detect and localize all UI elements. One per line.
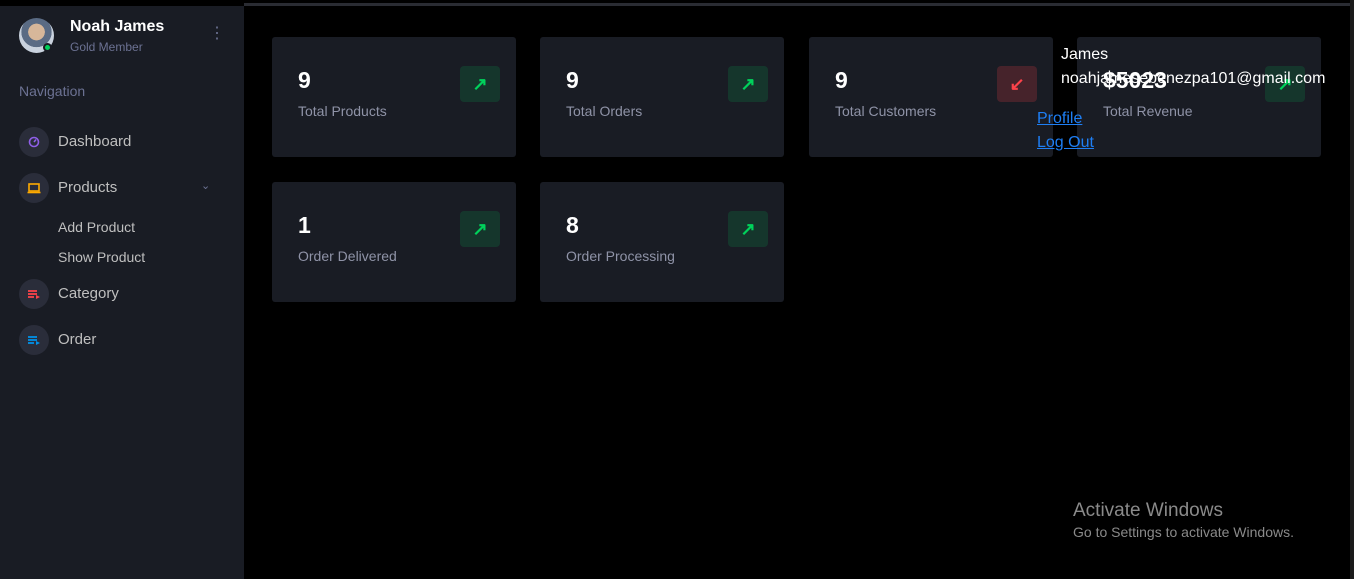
scrollbar[interactable] <box>1350 0 1354 579</box>
sidebar-item-label: Dashboard <box>58 133 132 150</box>
stat-card-order-delivered: 1 Order Delivered ↗ <box>272 182 516 302</box>
stat-value: 8 <box>566 212 579 238</box>
user-name: Noah James <box>70 18 165 35</box>
stat-card-total-customers: 9 Total Customers ↙ <box>809 37 1053 157</box>
list-icon <box>19 325 49 355</box>
speedometer-icon <box>19 127 49 157</box>
stat-label: Order Delivered <box>298 248 397 264</box>
sidebar-item-label: Products <box>58 179 118 196</box>
logout-link[interactable]: Log Out <box>1037 134 1094 152</box>
stat-label: Order Processing <box>566 248 675 264</box>
profile-link[interactable]: Profile <box>1037 110 1082 128</box>
sidebar-subitem-show-product[interactable]: Show Product <box>58 249 145 265</box>
sidebar-item-dashboard[interactable]: Dashboard <box>19 127 229 157</box>
arrow-up-right-icon: ↗ <box>728 66 768 102</box>
sidebar-item-label: Category <box>58 285 119 302</box>
arrow-down-left-icon: ↙ <box>997 66 1037 102</box>
user-profile[interactable]: Noah James Gold Member ⋮ <box>19 18 229 58</box>
user-role: Gold Member <box>70 40 143 54</box>
stat-value: 9 <box>298 67 311 93</box>
chevron-down-icon[interactable]: ⌄ <box>201 179 210 192</box>
dropdown-user-email: noahjamesebenezpa101@gmail.com <box>1061 70 1326 87</box>
sidebar-subitem-add-product[interactable]: Add Product <box>58 219 135 235</box>
stat-value: 9 <box>566 67 579 93</box>
nav-section-title: Navigation <box>19 83 86 99</box>
stat-card-total-products: 9 Total Products ↗ <box>272 37 516 157</box>
stat-value: 1 <box>298 212 311 238</box>
playlist-icon <box>19 279 49 309</box>
top-divider <box>244 3 1350 6</box>
sidebar-item-label: Order <box>58 331 97 348</box>
activate-windows-watermark: Activate Windows Go to Settings to activ… <box>1073 500 1294 540</box>
more-options-icon[interactable]: ⋮ <box>209 26 225 42</box>
stat-label: Total Customers <box>835 103 937 119</box>
sidebar: Noah James Gold Member ⋮ Navigation Dash… <box>0 6 244 579</box>
stat-card-total-orders: 9 Total Orders ↗ <box>540 37 784 157</box>
sidebar-item-products[interactable]: Products ⌄ <box>19 173 229 203</box>
online-status-icon <box>43 43 52 52</box>
watermark-title: Activate Windows <box>1073 500 1223 521</box>
arrow-up-right-icon: ↗ <box>728 211 768 247</box>
watermark-subtitle: Go to Settings to activate Windows. <box>1073 524 1294 540</box>
arrow-up-right-icon: ↗ <box>460 211 500 247</box>
laptop-icon <box>19 173 49 203</box>
sidebar-item-category[interactable]: Category <box>19 279 229 309</box>
dropdown-user-name: James <box>1061 46 1109 63</box>
arrow-up-right-icon: ↗ <box>460 66 500 102</box>
stat-card-order-processing: 8 Order Processing ↗ <box>540 182 784 302</box>
profile-dropdown: James noahjamesebenezpa101@gmail.com Pro… <box>1037 44 1337 159</box>
stat-value: 9 <box>835 67 848 93</box>
stat-label: Total Products <box>298 103 387 119</box>
stat-label: Total Orders <box>566 103 643 119</box>
sidebar-item-order[interactable]: Order <box>19 325 229 355</box>
